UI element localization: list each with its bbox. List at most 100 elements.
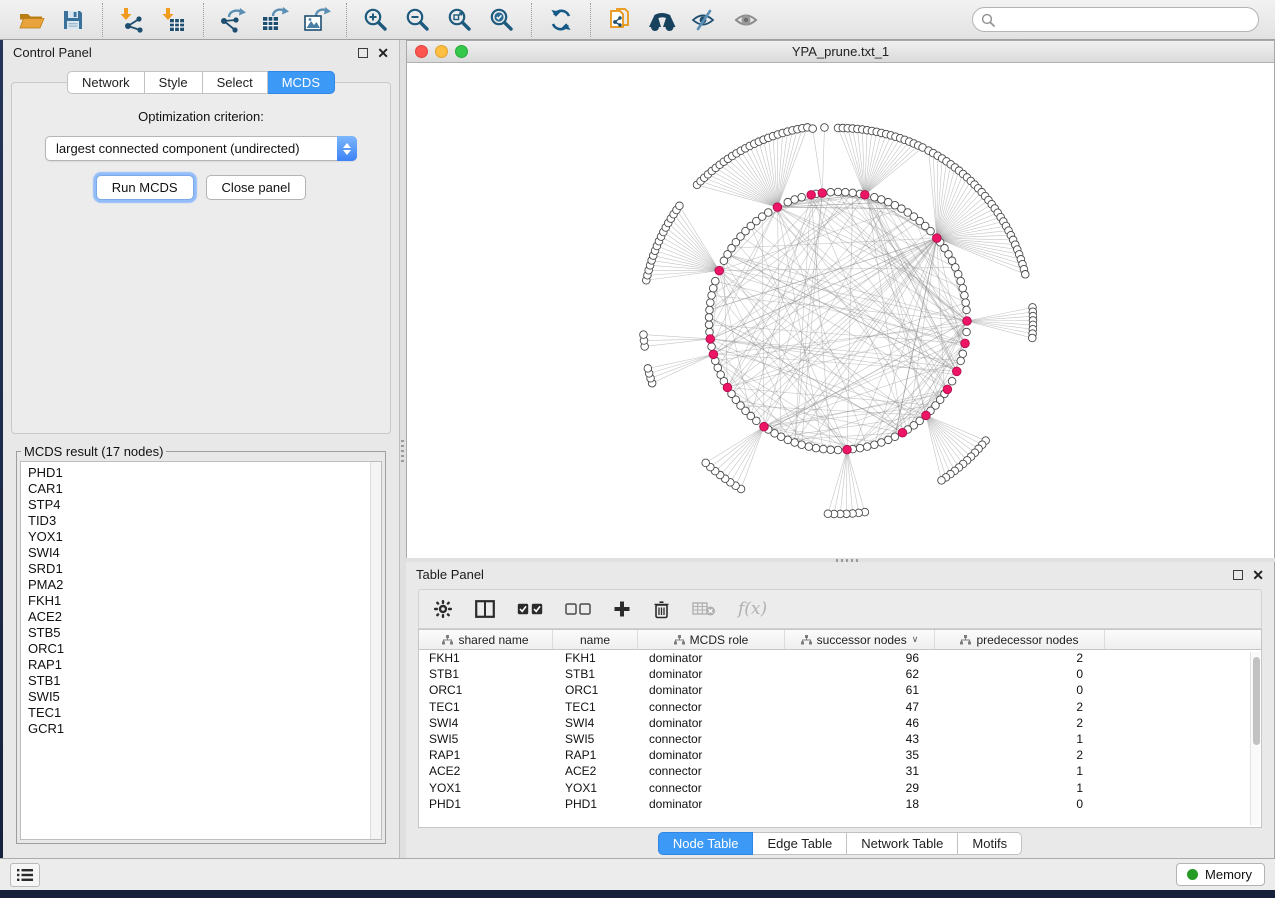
run-mcds-button[interactable]: Run MCDS — [96, 175, 194, 200]
cell-pred[interactable]: 2 — [935, 716, 1105, 730]
network-node[interactable] — [640, 331, 648, 339]
delete-column-button[interactable] — [653, 594, 670, 624]
tab-network-table[interactable]: Network Table — [847, 832, 958, 855]
network-hub-node[interactable] — [963, 317, 972, 326]
close-panel-button[interactable]: Close panel — [206, 175, 307, 200]
column-header-successor-nodes[interactable]: successor nodes ∨ — [785, 630, 935, 649]
tab-network[interactable]: Network — [67, 71, 145, 94]
task-history-button[interactable] — [10, 863, 40, 887]
cell-succ[interactable]: 62 — [785, 667, 935, 681]
tab-mcds[interactable]: MCDS — [268, 71, 335, 94]
cell-name[interactable]: YOX1 — [553, 781, 638, 795]
mcds-result-item[interactable]: ORC1 — [28, 641, 370, 657]
minimize-window-icon[interactable] — [435, 45, 448, 58]
network-node[interactable] — [871, 193, 879, 201]
cell-succ[interactable]: 29 — [785, 781, 935, 795]
cell-pred[interactable]: 2 — [935, 748, 1105, 762]
search-box[interactable] — [972, 7, 1259, 32]
network-node[interactable] — [927, 227, 935, 235]
network-node[interactable] — [957, 277, 965, 285]
save-session-button[interactable] — [56, 4, 90, 36]
zoom-selected-button[interactable] — [485, 4, 519, 36]
tab-motifs[interactable]: Motifs — [958, 832, 1022, 855]
refresh-layout-button[interactable] — [544, 4, 578, 36]
network-node[interactable] — [961, 292, 969, 300]
mcds-result-item[interactable]: SRD1 — [28, 561, 370, 577]
export-image-button[interactable] — [300, 4, 334, 36]
mcds-result-item[interactable]: PHD1 — [28, 465, 370, 481]
cell-name[interactable]: SWI5 — [553, 732, 638, 746]
cell-pred[interactable]: 2 — [935, 651, 1105, 665]
cell-role[interactable]: connector — [638, 700, 785, 714]
cell-pred[interactable]: 0 — [935, 683, 1105, 697]
network-canvas[interactable] — [407, 63, 1274, 558]
memory-button[interactable]: Memory — [1176, 863, 1265, 886]
cell-role[interactable]: dominator — [638, 651, 785, 665]
network-hub-node[interactable] — [818, 189, 827, 198]
cell-pred[interactable]: 1 — [935, 781, 1105, 795]
cell-role[interactable]: connector — [638, 732, 785, 746]
cell-shared[interactable]: ACE2 — [419, 764, 553, 778]
zoom-in-button[interactable] — [359, 4, 393, 36]
close-panel-icon[interactable]: ✕ — [377, 46, 389, 60]
cell-succ[interactable]: 43 — [785, 732, 935, 746]
search-input[interactable] — [1000, 13, 1250, 27]
tab-style[interactable]: Style — [145, 71, 203, 94]
network-node[interactable] — [705, 314, 713, 322]
network-node[interactable] — [959, 284, 967, 292]
network-node[interactable] — [798, 193, 806, 201]
show-columns-button[interactable] — [475, 594, 495, 624]
mcds-result-item[interactable]: ACE2 — [28, 609, 370, 625]
network-hub-node[interactable] — [898, 428, 907, 437]
network-node[interactable] — [798, 441, 806, 449]
table-row[interactable]: PHD1PHD1dominator180 — [419, 796, 1261, 812]
cell-pred[interactable]: 1 — [935, 732, 1105, 746]
cell-succ[interactable]: 47 — [785, 700, 935, 714]
network-node[interactable] — [863, 443, 871, 451]
cell-role[interactable]: connector — [638, 781, 785, 795]
network-node[interactable] — [962, 299, 970, 307]
network-hub-node[interactable] — [952, 367, 961, 376]
column-header-mcds-role[interactable]: MCDS role — [638, 630, 785, 649]
mcds-result-item[interactable]: SWI5 — [28, 689, 370, 705]
network-node[interactable] — [963, 328, 971, 336]
cell-role[interactable]: dominator — [638, 748, 785, 762]
float-panel-icon[interactable] — [358, 48, 368, 58]
table-row[interactable]: SWI4SWI4dominator462 — [419, 715, 1261, 731]
mcds-result-item[interactable]: STP4 — [28, 497, 370, 513]
network-node[interactable] — [707, 299, 715, 307]
network-hub-node[interactable] — [715, 266, 724, 275]
mcds-result-item[interactable]: SWI4 — [28, 545, 370, 561]
network-node[interactable] — [948, 377, 956, 385]
vertical-splitter[interactable] — [400, 40, 406, 858]
mcds-result-scrollbar[interactable] — [370, 462, 381, 839]
column-header-predecessor-nodes[interactable]: predecessor nodes — [935, 630, 1105, 649]
cell-pred[interactable]: 1 — [935, 764, 1105, 778]
import-table-button[interactable] — [157, 4, 191, 36]
cell-pred[interactable]: 0 — [935, 667, 1105, 681]
cell-shared[interactable]: STB1 — [419, 667, 553, 681]
mcds-result-item[interactable]: YOX1 — [28, 529, 370, 545]
cell-name[interactable]: TEC1 — [553, 700, 638, 714]
network-node[interactable] — [705, 321, 713, 329]
hide-selected-button[interactable] — [687, 4, 721, 36]
tab-edge-table[interactable]: Edge Table — [753, 832, 847, 855]
network-node[interactable] — [1028, 334, 1036, 342]
cell-name[interactable]: PHD1 — [553, 797, 638, 811]
mcds-result-item[interactable]: TID3 — [28, 513, 370, 529]
function-builder-button[interactable]: f(x) — [738, 594, 767, 624]
network-hub-node[interactable] — [807, 191, 816, 200]
cell-shared[interactable]: FKH1 — [419, 651, 553, 665]
network-node[interactable] — [712, 277, 720, 285]
cell-role[interactable]: dominator — [638, 683, 785, 697]
mcds-result-item[interactable]: FKH1 — [28, 593, 370, 609]
network-node[interactable] — [959, 350, 967, 358]
table-row[interactable]: YOX1YOX1connector291 — [419, 780, 1261, 796]
mcds-result-item[interactable]: CAR1 — [28, 481, 370, 497]
network-node[interactable] — [791, 196, 799, 204]
tab-select[interactable]: Select — [203, 71, 268, 94]
first-neighbors-button[interactable] — [645, 4, 679, 36]
network-node[interactable] — [957, 357, 965, 365]
cell-shared[interactable]: TEC1 — [419, 700, 553, 714]
mcds-result-item[interactable]: GCR1 — [28, 721, 370, 737]
